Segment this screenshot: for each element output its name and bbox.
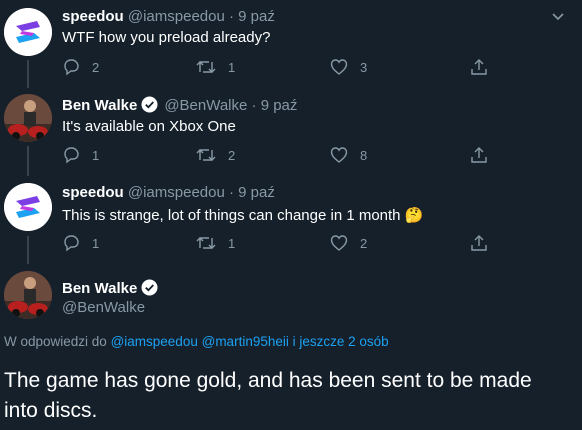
- share-button[interactable]: [470, 146, 500, 164]
- share-button[interactable]: [470, 58, 500, 76]
- tweet-date[interactable]: 9 paź: [238, 8, 275, 25]
- user-handle[interactable]: @BenWalke: [164, 97, 247, 114]
- reply-prefix: W odpowiedzi do: [4, 334, 107, 349]
- avatar[interactable]: [4, 8, 52, 56]
- display-name[interactable]: speedou: [62, 184, 124, 201]
- reply-button[interactable]: 2: [62, 58, 99, 76]
- separator-dot: ·: [228, 8, 234, 25]
- tweet-header: Ben Walke @BenWalke · 9 paź: [62, 96, 297, 117]
- reply-user-link[interactable]: @martin95heii: [202, 334, 289, 349]
- reply-button[interactable]: 1: [62, 234, 99, 252]
- chevron-down-icon[interactable]: [550, 8, 566, 29]
- thread-line: [27, 146, 29, 176]
- main-tweet-text: The game has gone gold, and has been sen…: [4, 369, 532, 422]
- like-button[interactable]: 8: [330, 146, 367, 164]
- reply-icon: [64, 235, 79, 252]
- retweet-icon: [196, 237, 216, 249]
- verified-badge-icon: [141, 96, 158, 117]
- user-handle[interactable]: @iamspeedou: [128, 184, 225, 201]
- like-count: 2: [360, 235, 368, 251]
- retweet-count: 2: [228, 147, 236, 163]
- avatar[interactable]: [4, 183, 52, 231]
- reply-button[interactable]: 1: [62, 146, 99, 164]
- like-button[interactable]: 2: [330, 234, 367, 252]
- tweet-text: It's available on Xbox One: [62, 118, 236, 135]
- separator-dot: ·: [251, 97, 257, 114]
- avatar[interactable]: [4, 94, 52, 142]
- display-name[interactable]: speedou: [62, 8, 124, 25]
- tweet-text: WTF how you preload already?: [62, 29, 271, 46]
- tweet-header: speedou @iamspeedou · 9 paź: [62, 8, 275, 25]
- display-name[interactable]: Ben Walke: [62, 280, 137, 297]
- heart-icon: [330, 59, 348, 75]
- reply-context: W odpowiedzi do @iamspeedou @martin95hei…: [4, 334, 389, 349]
- reply-icon: [64, 59, 79, 76]
- reply-count: 1: [92, 147, 100, 163]
- retweet-icon: [196, 61, 216, 73]
- tweet-text: This is strange, lot of things can chang…: [62, 207, 424, 224]
- user-handle[interactable]: @iamspeedou: [128, 8, 225, 25]
- like-button[interactable]: 3: [330, 58, 367, 76]
- retweet-count: 1: [228, 235, 236, 251]
- retweet-count: 1: [228, 59, 236, 75]
- tweet-actions: 1 1 2: [62, 234, 502, 254]
- reply-count: 2: [92, 59, 100, 75]
- retweet-button[interactable]: 1: [196, 234, 235, 252]
- tweet-date[interactable]: 9 paź: [238, 184, 275, 201]
- reply-icon: [64, 147, 79, 164]
- heart-icon: [330, 235, 348, 251]
- reply-count: 1: [92, 235, 100, 251]
- display-name[interactable]: Ben Walke: [62, 97, 137, 114]
- verified-badge-icon: [141, 279, 158, 300]
- thread-line: [27, 236, 29, 264]
- user-handle[interactable]: @BenWalke: [62, 299, 145, 316]
- tweet-actions: 2 1 3: [62, 58, 502, 78]
- reply-user-link[interactable]: @iamspeedou: [111, 334, 198, 349]
- retweet-button[interactable]: 2: [196, 146, 235, 164]
- tweet-header: Ben Walke: [62, 279, 164, 300]
- separator-dot: ·: [228, 184, 234, 201]
- tweet-subheader: @BenWalke: [62, 299, 145, 316]
- share-icon: [471, 147, 487, 163]
- retweet-icon: [196, 149, 216, 161]
- share-icon: [471, 59, 487, 75]
- tweet-header: speedou @iamspeedou · 9 paź: [62, 184, 275, 201]
- like-count: 3: [360, 59, 368, 75]
- heart-icon: [330, 147, 348, 163]
- avatar[interactable]: [4, 271, 52, 319]
- share-icon: [471, 235, 487, 251]
- share-button[interactable]: [470, 234, 500, 252]
- tweet-date[interactable]: 9 paź: [261, 97, 298, 114]
- like-count: 8: [360, 147, 368, 163]
- reply-others-link[interactable]: i jeszcze 2 osób: [293, 334, 389, 349]
- thread-line: [27, 60, 29, 88]
- tweet-actions: 1 2 8: [62, 146, 502, 166]
- retweet-button[interactable]: 1: [196, 58, 235, 76]
